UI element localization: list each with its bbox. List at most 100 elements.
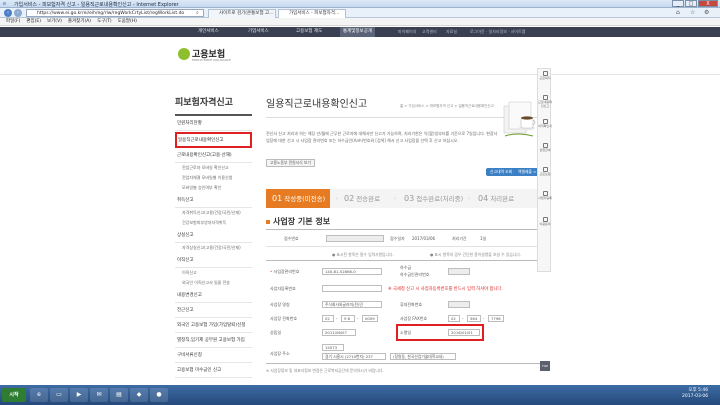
- est-date-label: 성립일: [270, 330, 282, 335]
- sidebar-item[interactable]: 구비서류신청: [175, 348, 252, 363]
- sidebar-item[interactable]: 별정직,임기제 공무원 고용보험 가입: [175, 333, 252, 348]
- nav-customer-center[interactable]: 고객센터: [422, 27, 437, 37]
- quick-menu-label: 이용문의: [539, 222, 551, 226]
- phone-part-2[interactable]: 5·8: [341, 315, 355, 322]
- nav-business[interactable]: 기업서비스: [248, 27, 269, 37]
- quick-menu-label: 실업급여: [539, 148, 551, 152]
- sidebar-item[interactable]: 내용변경신고: [175, 288, 252, 303]
- sidebar-item[interactable]: 고용보험 미수금인 신고: [175, 363, 252, 378]
- table-border: [266, 260, 542, 261]
- sidebar-item[interactable]: 건강보험피부양자자격취득: [175, 218, 252, 228]
- clock-date: 2017-03-06: [682, 394, 709, 399]
- scroll-top-button[interactable]: TOP: [540, 361, 550, 371]
- step-2-label: 전송완료: [356, 195, 381, 203]
- quick-menu-item[interactable]: 사업자등록: [538, 191, 552, 201]
- progress-steps: 01 작성중(미전송) › 02 전송완료 › 03 접수완료(처리중) › 04 처리…: [266, 189, 542, 208]
- nav-logout-links[interactable]: 로그아웃 · 일자리정보 · 사이트맵: [470, 27, 525, 37]
- quick-menu-label: 근로내용확인신고: [538, 100, 552, 108]
- sidebar-item[interactable]: 이직신고: [175, 268, 252, 278]
- ie-icon[interactable]: e: [30, 388, 48, 402]
- quick-menu-item[interactable]: 근로보험: [538, 167, 552, 177]
- fax-sep: -: [483, 316, 485, 321]
- home-icon[interactable]: ⌂: [676, 9, 680, 16]
- chrome-icon[interactable]: ●: [150, 388, 168, 402]
- address-bar[interactable]: https://www.ei.go.kr/ei/eih/eg/rlw/regWo…: [26, 9, 204, 17]
- folder-icon[interactable]: ▭: [50, 388, 68, 402]
- address-line-2[interactable]: (정왕동, 한국산업기술대학교내): [390, 353, 456, 360]
- nav-statistics[interactable]: 통계및정보공개: [340, 27, 375, 37]
- menu-favorites[interactable]: 즐겨찾기(A): [68, 18, 91, 26]
- nav-mypage[interactable]: 마이페이지: [398, 27, 416, 37]
- biz-name-input[interactable]: 주식회사와글러미(전)민: [322, 301, 382, 308]
- quick-menu-item[interactable]: 근로내용확인신고: [538, 95, 552, 108]
- sub-number-input[interactable]: [448, 268, 470, 275]
- logo-mark-icon: [178, 47, 190, 60]
- quick-menu-item[interactable]: 이직확인서: [538, 119, 552, 129]
- row-divider: [266, 246, 542, 247]
- closure-date-input[interactable]: 2016/01/01: [448, 329, 480, 336]
- fax-part-2[interactable]: 564: [467, 315, 481, 322]
- sidebar-item[interactable]: 자격취득신고(고용/건강/국민/산재): [175, 208, 252, 218]
- app-icon[interactable]: ◆: [130, 388, 148, 402]
- media-icon[interactable]: ▶: [70, 388, 88, 402]
- zip-input[interactable]: 15073: [322, 344, 344, 351]
- nav-insurance-system[interactable]: 고용보험 제도: [296, 27, 322, 37]
- sidebar-item[interactable]: 민원처리현황: [175, 116, 252, 131]
- nav-personal[interactable]: 개인서비스: [198, 27, 219, 37]
- chat-icon[interactable]: ✉: [90, 388, 108, 402]
- close-button[interactable]: X: [698, 0, 718, 7]
- sidebar-item[interactable]: 근로내용확인신고(고용·산재): [175, 148, 252, 163]
- browser-tab-active[interactable]: 가입서비스 - 피보험자격...: [278, 9, 346, 18]
- fax-part-3[interactable]: 7796: [488, 315, 504, 322]
- quick-menu-item[interactable]: 실업급여: [538, 143, 552, 153]
- document-icon[interactable]: ▤: [110, 388, 128, 402]
- menu-tools[interactable]: 도구(T): [97, 18, 112, 26]
- phone-part-3[interactable]: 0009: [362, 315, 378, 322]
- sidebar-item[interactable]: 자격상실신고(고용/건강/국민/산재): [175, 243, 252, 253]
- nav-archive[interactable]: 자료실: [446, 27, 457, 37]
- mobile-input[interactable]: [448, 301, 470, 308]
- sub-number-label: 하수급인관리번호: [400, 272, 430, 277]
- sidebar-item[interactable]: 모바일별 승인여부 확인: [175, 183, 252, 193]
- biz-reg-number-input[interactable]: [322, 285, 382, 292]
- section-bullet-icon: [266, 219, 270, 224]
- gear-icon[interactable]: ⚙: [704, 9, 709, 16]
- sidebar-item[interactable]: 취득신고: [175, 193, 252, 208]
- coffee-books-illustration: [503, 101, 536, 137]
- address-line-1[interactable]: 경기 시흥시 (2710번지) 237: [322, 353, 386, 360]
- closure-date-label: 소멸일: [400, 330, 412, 335]
- sidebar-item[interactable]: 전업근로자 모바일 확인신고: [175, 163, 252, 173]
- back-icon[interactable]: ‹: [4, 9, 12, 17]
- favorites-star-icon[interactable]: ☆: [690, 9, 695, 16]
- forward-icon[interactable]: ›: [14, 9, 22, 17]
- mgmt-number-label: • 사업장관리번호: [270, 269, 299, 275]
- site-logo[interactable]: 고용보험 EMPLOYMENT INSURANCE: [178, 47, 231, 62]
- maximize-button[interactable]: □: [685, 0, 697, 7]
- est-date-input[interactable]: 2011/06/07: [322, 329, 356, 336]
- sidebar-item[interactable]: 상실신고: [175, 228, 252, 243]
- sidebar-item-active[interactable]: 일용직근로내용확인신고: [175, 132, 252, 148]
- mgmt-number-label-text: 사업장관리번호: [273, 269, 300, 274]
- step-3-num: 03: [404, 194, 415, 203]
- sidebar-item[interactable]: 전업자체결 모바일별 이용신청: [175, 173, 252, 183]
- fax-part-1[interactable]: 02: [448, 315, 460, 322]
- quick-menu-item[interactable]: 근로복지: [538, 71, 552, 81]
- sidebar-item[interactable]: 전근신고: [175, 303, 252, 318]
- sidebar-item[interactable]: 외국인 이직신고서 일괄 전송: [175, 278, 252, 288]
- start-button[interactable]: 시작: [2, 388, 26, 402]
- phone-part-1[interactable]: 02: [322, 315, 334, 322]
- mgmt-number-input[interactable]: 140-81-52868-0: [322, 268, 382, 275]
- search-icon[interactable]: ⌕: [196, 10, 199, 16]
- menu-edit[interactable]: 편집(E): [26, 18, 41, 26]
- minimize-button[interactable]: _: [672, 0, 684, 7]
- phone-sep: -: [336, 316, 338, 321]
- browser-tab[interactable]: 사이트로 검기(온통보험 고...: [208, 9, 276, 18]
- sidebar-item[interactable]: 외국인 고용보험 가입(가입탈퇴)신청: [175, 318, 252, 333]
- sidebar: 피보험자격신고 민원처리현황 일용직근로내용확인신고 근로내용확인신고(고용·산재)…: [175, 95, 252, 378]
- form-guide-button[interactable]: 고용노동부 민원서식 보기: [266, 159, 315, 167]
- sidebar-item[interactable]: 이직신고: [175, 253, 252, 268]
- menu-view[interactable]: 보기(V): [47, 18, 62, 26]
- quick-menu-item[interactable]: 이용문의: [538, 217, 552, 227]
- menu-file[interactable]: 파일(F): [6, 18, 20, 26]
- menu-help[interactable]: 도움말(H): [118, 18, 137, 26]
